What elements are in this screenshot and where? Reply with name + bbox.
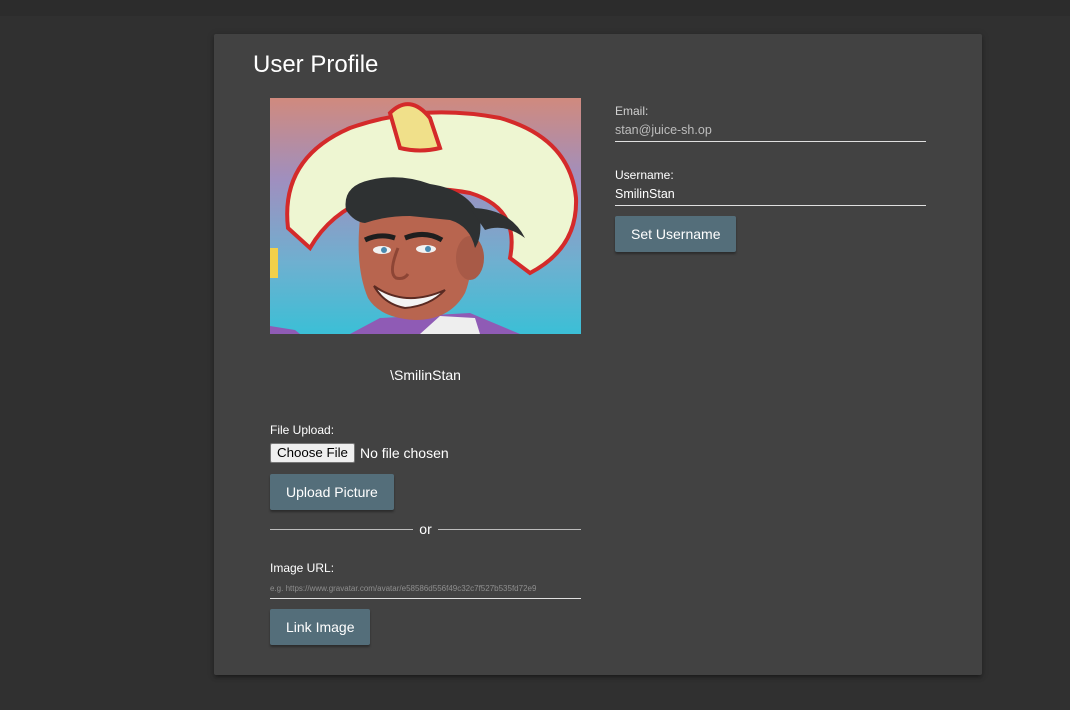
page-title: User Profile [253,51,379,78]
user-profile-card: User Profile \SmilinStan File Upload: Ch… [214,34,982,675]
file-upload-label: File Upload: [270,423,335,437]
email-field: stan@juice-sh.op [615,118,926,142]
set-username-button[interactable]: Set Username [615,216,737,252]
profile-avatar-image [270,98,581,334]
email-label: Email: [615,104,649,118]
avatar-caption: \SmilinStan [390,367,461,383]
or-divider: or [270,521,582,537]
file-status-text: No file chosen [359,445,449,461]
username-label: Username: [615,168,674,182]
email-value: stan@juice-sh.op [615,123,712,137]
username-input[interactable]: SmilinStan [615,182,926,206]
or-text: or [419,521,432,537]
image-url-placeholder: e.g. https://www.gravatar.com/avatar/e58… [270,584,537,593]
divider-line-right [437,528,582,530]
top-bar [0,0,1070,16]
divider-line-left [270,528,414,530]
image-url-input[interactable]: e.g. https://www.gravatar.com/avatar/e58… [270,576,581,599]
upload-picture-button[interactable]: Upload Picture [270,474,394,510]
file-upload-row: Choose File No file chosen [270,443,449,463]
image-url-label: Image URL: [270,561,335,575]
username-value: SmilinStan [615,187,675,201]
choose-file-button[interactable]: Choose File [270,443,355,463]
link-image-button[interactable]: Link Image [270,609,371,645]
